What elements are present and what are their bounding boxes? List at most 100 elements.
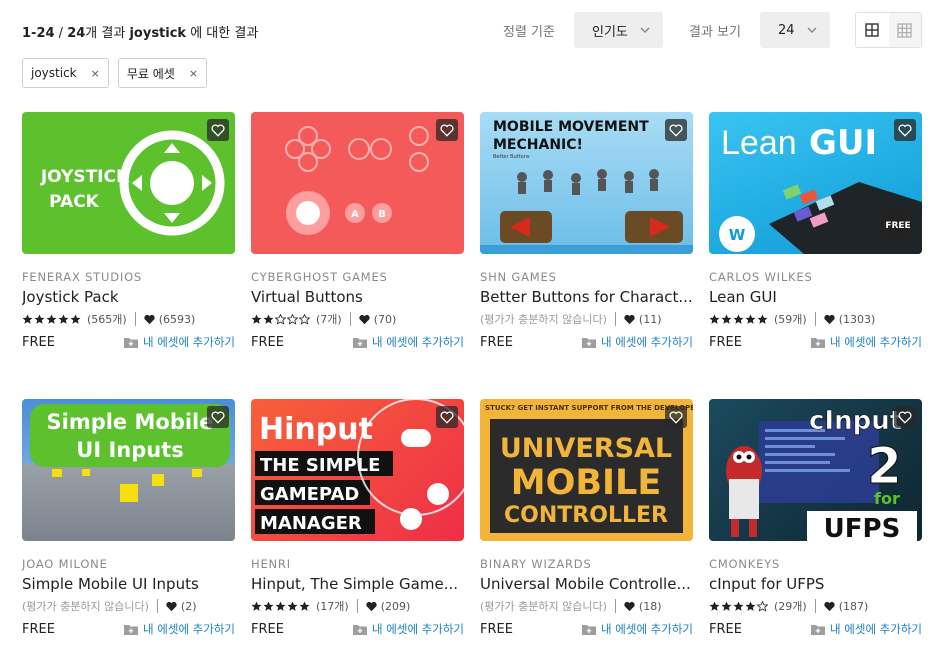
publisher-name[interactable]: HENRI: [251, 557, 464, 571]
add-to-my-assets-label: 내 에셋에 추가하기: [143, 335, 235, 349]
add-to-my-assets-link[interactable]: 내 에셋에 추가하기: [124, 334, 235, 350]
thumb-text: cInput: [809, 406, 902, 436]
thumb-text: FREE: [885, 221, 910, 231]
favorite-button[interactable]: [436, 119, 458, 141]
asset-thumbnail[interactable]: Simple Mobile UI Inputs: [22, 399, 235, 541]
asset-price: FREE: [709, 621, 742, 637]
asset-thumbnail[interactable]: Lean GUI W FREE: [709, 112, 922, 254]
asset-price: FREE: [709, 334, 742, 350]
chevron-down-icon: [640, 27, 650, 33]
likes-count: (70): [373, 312, 397, 326]
asset-thumbnail[interactable]: JOYSTICK PACK: [22, 112, 235, 254]
favorite-button[interactable]: [894, 406, 916, 428]
heart-icon: [824, 314, 835, 324]
asset-card[interactable]: JOYSTICK PACK FENERAX STUDIOS Joystick P…: [22, 112, 235, 351]
asset-meta: (29개) (187): [709, 598, 922, 614]
publisher-name[interactable]: CYBERGHOST GAMES: [251, 270, 464, 284]
active-filters: joystick × 무료 에셋 ×: [22, 58, 208, 88]
thumb-text: MANAGER: [260, 513, 362, 534]
asset-meta: (평가가 충분하지 않습니다) (18): [480, 598, 693, 614]
publisher-name[interactable]: SHN GAMES: [480, 270, 693, 284]
favorite-button[interactable]: [665, 119, 687, 141]
asset-meta: (7개) (70): [251, 311, 464, 327]
publisher-name[interactable]: FENERAX STUDIOS: [22, 270, 235, 284]
filter-chip-free-assets[interactable]: 무료 에셋 ×: [117, 58, 208, 88]
publisher-name[interactable]: CMONKEYS: [709, 557, 922, 571]
grid-large-button[interactable]: [856, 13, 889, 47]
star-filled-icon: [275, 601, 286, 611]
asset-card[interactable]: Simple Mobile UI Inputs JOAO MILONE Simp…: [22, 399, 235, 638]
asset-thumbnail[interactable]: cInput 2 for UFPS: [709, 399, 922, 541]
asset-card[interactable]: cInput 2 for UFPS CMONKEYS cInput for UF…: [709, 399, 922, 638]
hinput-artwork: Hinput THE SIMPLE GAMEPAD MANAGER: [255, 399, 464, 534]
asset-title[interactable]: Virtual Buttons: [251, 288, 464, 306]
asset-price: FREE: [22, 621, 55, 637]
view-count-value: 24: [778, 22, 795, 38]
rating-stars: [251, 601, 310, 612]
add-to-my-assets-link[interactable]: 내 에셋에 추가하기: [582, 334, 693, 350]
results-range: 1-24: [22, 26, 55, 41]
star-filled-icon: [70, 314, 81, 324]
folder-plus-icon: [353, 624, 368, 635]
heart-icon: [144, 314, 155, 324]
star-empty-icon: [275, 313, 286, 325]
asset-thumbnail[interactable]: STUCK? GET INSTANT SUPPORT FROM THE DEVE…: [480, 399, 693, 541]
publisher-name[interactable]: JOAO MILONE: [22, 557, 235, 571]
asset-card[interactable]: Lean GUI W FREE CARLOS WILKES Lean GUI (…: [709, 112, 922, 351]
asset-price: FREE: [22, 334, 55, 350]
asset-card[interactable]: STUCK? GET INSTANT SUPPORT FROM THE DEVE…: [480, 399, 693, 638]
asset-footer: FREE 내 에셋에 추가하기: [480, 333, 693, 351]
asset-card[interactable]: A B CYBERGHOST GAMES Virtual Buttons (7개…: [251, 112, 464, 351]
asset-card[interactable]: MOBILE MOVEMENT MECHANIC! Better Buttons…: [480, 112, 693, 351]
add-to-my-assets-link[interactable]: 내 에셋에 추가하기: [353, 621, 464, 637]
results-separator: /: [54, 26, 68, 41]
filter-chip-joystick[interactable]: joystick ×: [22, 58, 109, 88]
no-rating-text: (평가가 충분하지 않습니다): [480, 600, 607, 613]
asset-thumbnail[interactable]: Hinput THE SIMPLE GAMEPAD MANAGER: [251, 399, 464, 541]
star-empty-icon: [757, 600, 768, 612]
favorite-button[interactable]: [436, 406, 458, 428]
grid-view-toggle: [855, 12, 922, 48]
asset-title[interactable]: Universal Mobile Controlle...: [480, 575, 693, 593]
asset-title[interactable]: Simple Mobile UI Inputs: [22, 575, 235, 593]
likes-count: (2): [180, 599, 197, 613]
thumb-text: B: [378, 209, 386, 220]
favorite-button[interactable]: [894, 119, 916, 141]
favorite-button[interactable]: [207, 119, 229, 141]
add-to-my-assets-link[interactable]: 내 에셋에 추가하기: [811, 621, 922, 637]
asset-price: FREE: [251, 334, 284, 350]
asset-title[interactable]: Better Buttons for Charact...: [480, 288, 693, 306]
add-to-my-assets-link[interactable]: 내 에셋에 추가하기: [811, 334, 922, 350]
no-rating-text: (평가가 충분하지 않습니다): [480, 313, 607, 326]
results-total: 24: [67, 26, 86, 41]
asset-title[interactable]: Hinput, The Simple Game...: [251, 575, 464, 593]
folder-plus-icon: [582, 337, 597, 348]
simple-mobile-artwork: Simple Mobile UI Inputs: [30, 404, 230, 502]
favorite-button[interactable]: [665, 406, 687, 428]
asset-title[interactable]: Lean GUI: [709, 288, 922, 306]
favorite-button[interactable]: [207, 406, 229, 428]
star-filled-icon: [251, 601, 262, 611]
asset-footer: FREE 내 에셋에 추가하기: [709, 620, 922, 638]
star-empty-icon: [287, 313, 298, 325]
asset-card[interactable]: Hinput THE SIMPLE GAMEPAD MANAGER HENRI …: [251, 399, 464, 638]
add-to-my-assets-link[interactable]: 내 에셋에 추가하기: [124, 621, 235, 637]
asset-title[interactable]: cInput for UFPS: [709, 575, 922, 593]
asset-title[interactable]: Joystick Pack: [22, 288, 235, 306]
thumb-text: GAMEPAD: [260, 484, 359, 505]
grid-small-button[interactable]: [888, 13, 921, 47]
publisher-name[interactable]: CARLOS WILKES: [709, 270, 922, 284]
results-summary: 1-24 / 24개 결과 joystick 에 대한 결과: [22, 22, 258, 41]
close-icon[interactable]: ×: [91, 67, 100, 80]
add-to-my-assets-link[interactable]: 내 에셋에 추가하기: [582, 621, 693, 637]
sort-dropdown[interactable]: 인기도: [574, 12, 663, 48]
publisher-name[interactable]: BINARY WIZARDS: [480, 557, 693, 571]
asset-footer: FREE 내 에셋에 추가하기: [480, 620, 693, 638]
asset-thumbnail[interactable]: A B: [251, 112, 464, 254]
likes-count: (209): [380, 599, 411, 613]
thumb-text: Lean: [721, 124, 797, 162]
add-to-my-assets-link[interactable]: 내 에셋에 추가하기: [353, 334, 464, 350]
asset-thumbnail[interactable]: MOBILE MOVEMENT MECHANIC! Better Buttons: [480, 112, 693, 254]
view-count-dropdown[interactable]: 24: [760, 12, 830, 48]
close-icon[interactable]: ×: [189, 67, 198, 80]
